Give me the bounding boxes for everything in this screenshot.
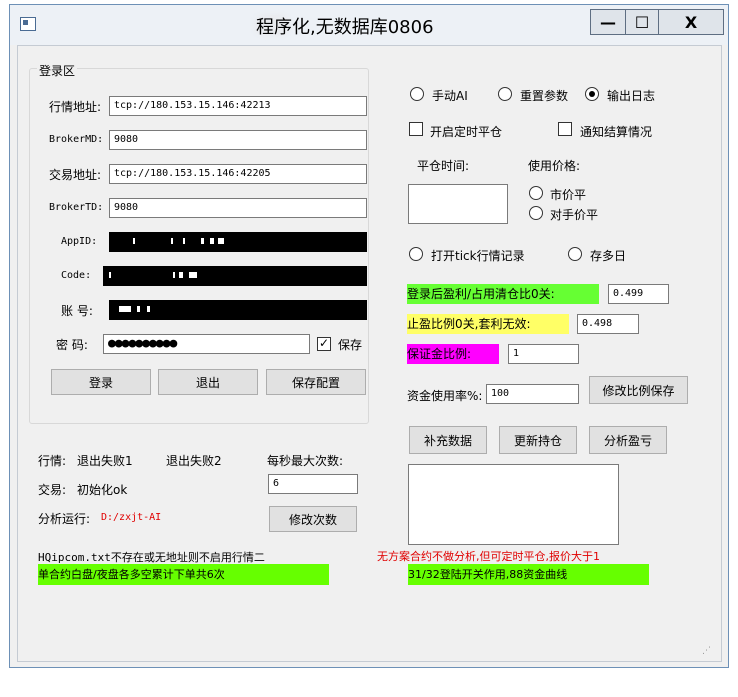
redaction-mark <box>218 238 224 244</box>
redaction-mark <box>183 238 185 244</box>
trade-status: 初始化ok <box>77 483 128 497</box>
title-bar[interactable]: 程序化,无数据库0806 — ☐ X <box>10 5 728 45</box>
mode-log-label: 输出日志 <box>607 89 656 103</box>
market-addr-input[interactable]: tcp://180.153.15.146:42213 <box>109 96 367 116</box>
update-position-button[interactable]: 更新持仓 <box>499 426 577 454</box>
account-label: 账 号: <box>61 304 93 318</box>
checkmark-icon: ✓ <box>318 336 330 350</box>
market-addr-label: 行情地址: <box>49 100 102 114</box>
timed-close-checkbox[interactable] <box>409 122 423 136</box>
login-button[interactable]: 登录 <box>51 369 151 395</box>
redaction-mark <box>147 306 150 312</box>
mode-reset-label: 重置参数 <box>520 89 569 103</box>
redaction-mark <box>171 238 173 244</box>
redaction-mark <box>133 238 135 244</box>
broker-md-label: BrokerMD: <box>49 134 104 145</box>
mode-manual-radio[interactable] <box>410 87 424 101</box>
login-switch-note: 31/32登陆开关作用,88资金曲线 <box>408 564 649 585</box>
save-checkbox-label: 保存 <box>338 338 363 352</box>
stop-ratio-label: 止盈比例0关,套利无效: <box>407 314 569 334</box>
market-status-label: 行情: <box>38 454 67 468</box>
redaction-mark <box>119 306 131 312</box>
log-output-textarea[interactable] <box>408 464 619 545</box>
minimize-button[interactable]: — <box>590 9 626 35</box>
redaction-mark <box>201 238 204 244</box>
modify-count-button[interactable]: 修改次数 <box>269 506 357 532</box>
stop-ratio-input[interactable]: 0.498 <box>577 314 639 334</box>
password-input[interactable]: ●●●●●●●●●● <box>103 334 310 354</box>
analysis-run-label: 分析运行: <box>38 512 91 526</box>
account-input[interactable] <box>109 300 367 320</box>
close-button[interactable]: X <box>658 9 724 35</box>
save-checkbox[interactable]: ✓ <box>317 337 331 351</box>
maximize-button[interactable]: ☐ <box>625 9 659 35</box>
market-status-2: 退出失败2 <box>166 454 222 468</box>
tick-record-label: 打开tick行情记录 <box>431 249 525 263</box>
redaction-mark <box>210 238 214 244</box>
resize-grip-icon[interactable]: ⋰ <box>702 646 711 656</box>
trade-addr-label: 交易地址: <box>49 168 102 182</box>
max-per-sec-input[interactable]: 6 <box>268 474 358 494</box>
market-status-1: 退出失败1 <box>77 454 133 468</box>
exit-button[interactable]: 退出 <box>158 369 258 395</box>
login-group-label: 登录区 <box>37 62 78 79</box>
profit-ratio-label: 登录后盈利/占用清仓比0关: <box>407 284 599 304</box>
keep-days-radio[interactable] <box>568 247 582 261</box>
redaction-mark <box>189 272 197 278</box>
analyze-pnl-button[interactable]: 分析盈亏 <box>589 426 667 454</box>
fund-usage-label: 资金使用率%: <box>407 389 483 403</box>
max-per-sec-label: 每秒最大次数: <box>267 454 344 468</box>
margin-ratio-label: 保证金比例: <box>407 344 499 364</box>
mode-log-radio[interactable] <box>585 87 599 101</box>
close-time-input[interactable] <box>408 184 508 224</box>
mode-manual-label: 手动AI <box>432 89 468 103</box>
appid-label: AppID: <box>61 236 98 247</box>
price-market-radio[interactable] <box>529 186 543 200</box>
broker-td-label: BrokerTD: <box>49 202 104 213</box>
password-label: 密 码: <box>56 338 88 352</box>
fund-usage-input[interactable]: 100 <box>486 384 579 404</box>
mode-reset-radio[interactable] <box>498 87 512 101</box>
close-time-label: 平仓时间: <box>417 159 470 173</box>
notify-settle-checkbox[interactable] <box>558 122 572 136</box>
hqipcom-note: HQipcom.txt不存在或无地址则不启用行情二 <box>38 551 265 564</box>
code-label: Code: <box>61 270 92 281</box>
save-ratio-button[interactable]: 修改比例保存 <box>589 376 688 404</box>
notify-settle-label: 通知结算情况 <box>580 125 653 139</box>
price-counter-radio[interactable] <box>529 206 543 220</box>
broker-md-input[interactable]: 9080 <box>109 130 367 150</box>
broker-td-input[interactable]: 9080 <box>109 198 367 218</box>
margin-ratio-input[interactable]: 1 <box>508 344 579 364</box>
redaction-mark <box>179 272 183 278</box>
appid-input[interactable] <box>109 232 367 252</box>
app-icon[interactable] <box>20 17 36 31</box>
window-title: 程序化,无数据库0806 <box>256 17 434 38</box>
no-plan-note: 无方案合约不做分析,但可定时平仓,报价大于1 <box>377 550 600 563</box>
keep-days-label: 存多日 <box>590 249 627 263</box>
trade-status-label: 交易: <box>38 483 67 497</box>
price-market-label: 市价平 <box>550 188 587 202</box>
redaction-mark <box>109 272 111 278</box>
price-counter-label: 对手价平 <box>550 208 599 222</box>
tick-record-radio[interactable] <box>409 247 423 261</box>
price-label: 使用价格: <box>528 159 581 173</box>
timed-close-label: 开启定时平仓 <box>430 125 503 139</box>
profit-ratio-input[interactable]: 0.499 <box>608 284 669 304</box>
redaction-mark <box>137 306 140 312</box>
code-input[interactable] <box>103 266 367 286</box>
redaction-mark <box>173 272 175 278</box>
supplement-data-button[interactable]: 补充数据 <box>409 426 487 454</box>
single-contract-note: 单合约白盘/夜盘各多空累计下单共6次 <box>38 564 329 585</box>
analysis-path: D:/zxjt-AI <box>101 512 162 523</box>
save-config-button[interactable]: 保存配置 <box>266 369 366 395</box>
trade-addr-input[interactable]: tcp://180.153.15.146:42205 <box>109 164 367 184</box>
